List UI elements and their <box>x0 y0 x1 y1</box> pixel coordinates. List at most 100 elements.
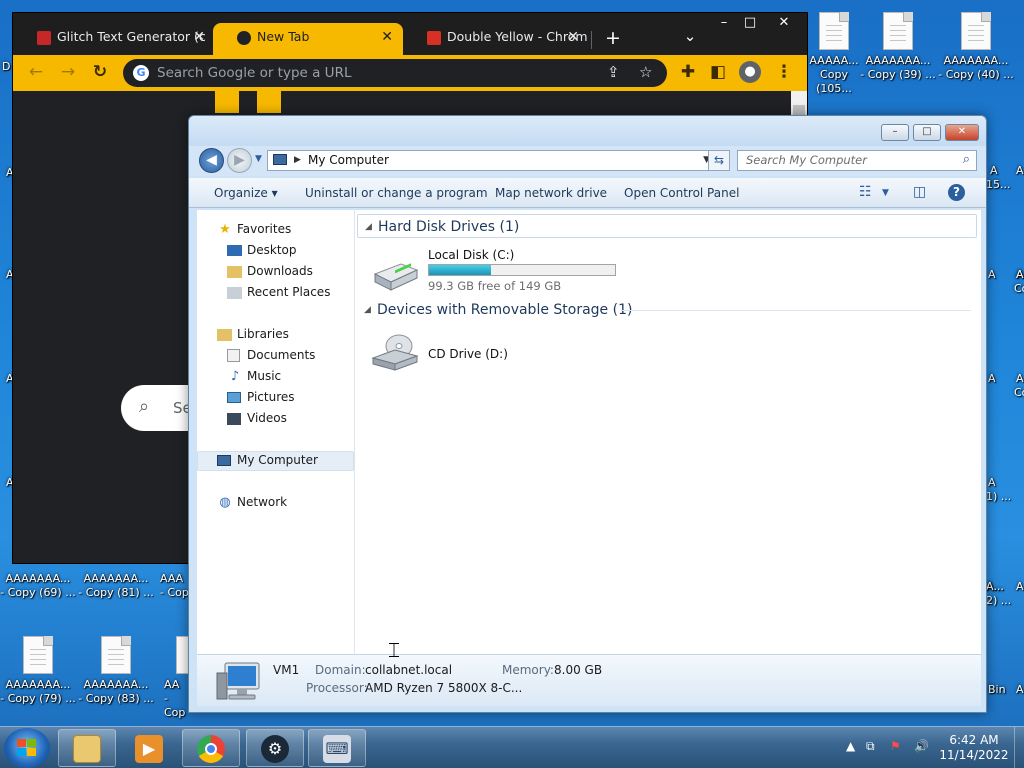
nav-recent-label: Recent Places <box>247 285 331 299</box>
taskbar-steam-button[interactable]: ⚙ <box>246 729 304 767</box>
start-button[interactable] <box>4 728 50 768</box>
organize-button[interactable]: Organize ▾ <box>214 186 278 200</box>
nav-libraries[interactable]: Libraries <box>217 327 289 341</box>
system-clock[interactable]: 6:42 AM 11/14/2022 <box>938 733 1010 763</box>
chrome-maximize-button[interactable]: □ <box>735 15 765 30</box>
google-g-icon: G <box>133 65 149 81</box>
desktop-file-icon[interactable]: AA - Cop <box>164 636 190 720</box>
tab-search-button[interactable]: ⌄ <box>675 27 705 45</box>
nav-downloads[interactable]: Downloads <box>227 264 313 278</box>
chrome-menu-icon[interactable]: ⋮ <box>773 61 795 83</box>
map-network-drive-button[interactable]: Map network drive <box>495 186 607 200</box>
nav-desktop[interactable]: Desktop <box>227 243 297 257</box>
navigation-pane: ★ Favorites Desktop Downloads Recent Pla… <box>197 210 355 654</box>
desktop-file-icon[interactable]: AAAAAAA... - Copy (40) ... <box>938 12 1014 82</box>
explorer-command-bar: Organize ▾ Uninstall or change a program… <box>189 178 986 208</box>
nav-documents[interactable]: Documents <box>227 348 315 362</box>
omnibox[interactable]: G Search Google or type a URL ⇪ ☆ <box>123 59 667 87</box>
chrome-tab-active[interactable]: New Tab ✕ <box>213 23 403 55</box>
network-tray-icon[interactable]: ⧉ <box>866 739 875 754</box>
group-hard-disk-drives[interactable]: ◢ Hard Disk Drives (1) <box>357 214 977 238</box>
new-tab-button[interactable]: + <box>598 27 628 49</box>
close-tab-icon[interactable]: ✕ <box>567 23 579 51</box>
open-control-panel-button[interactable]: Open Control Panel <box>624 186 739 200</box>
nav-network[interactable]: ◍ Network <box>219 495 287 510</box>
address-path[interactable]: My Computer <box>308 151 389 170</box>
search-box[interactable]: Search My Computer ⌕ <box>737 150 977 171</box>
nav-recent-places[interactable]: Recent Places <box>227 285 331 299</box>
profile-avatar-icon[interactable]: ● <box>739 61 761 83</box>
desktop-file-label: AAAAA... <box>809 54 859 67</box>
nav-music[interactable]: ♪ Music <box>231 369 281 384</box>
processor-value: AMD Ryzen 7 5800X 8-C... <box>365 681 523 695</box>
recent-pages-chevron-icon[interactable]: ▼ <box>255 154 262 164</box>
action-center-icon[interactable]: ⚑ <box>890 739 901 753</box>
collapse-triangle-icon[interactable]: ◢ <box>364 298 371 322</box>
desktop-file-icon[interactable]: AAAAAAA... - Copy (83) ... <box>78 636 154 706</box>
nav-downloads-label: Downloads <box>247 264 313 278</box>
desktop-edge-label: A... <box>986 580 1004 593</box>
explorer-maximize-button[interactable]: □ <box>913 124 941 141</box>
chrome-close-button[interactable]: ✕ <box>769 15 799 30</box>
drive-c-name: Local Disk (C:) <box>428 248 515 262</box>
folder-icon <box>73 735 101 763</box>
tab-divider <box>591 31 592 49</box>
search-placeholder: Search My Computer <box>746 153 867 167</box>
help-icon[interactable]: ? <box>948 184 965 201</box>
explorer-body: ★ Favorites Desktop Downloads Recent Pla… <box>197 210 981 654</box>
taskbar-media-player-button[interactable]: ▶ <box>120 729 178 767</box>
collapse-triangle-icon[interactable]: ◢ <box>365 215 372 239</box>
explorer-minimize-button[interactable]: – <box>881 124 909 141</box>
refresh-button[interactable]: ⇆ <box>708 150 730 171</box>
group-removable-storage[interactable]: ◢ Devices with Removable Storage (1) <box>357 298 977 322</box>
side-panel-icon[interactable]: ◧ <box>707 61 729 83</box>
bookmark-star-icon[interactable]: ☆ <box>639 63 652 81</box>
desktop-file-label: AAAAAAA... <box>865 54 931 67</box>
chrome-tab[interactable]: Glitch Text Generator (c ✕ <box>13 23 215 55</box>
reload-icon[interactable]: ↻ <box>89 61 111 83</box>
taskbar-explorer-button[interactable] <box>58 729 116 767</box>
music-note-icon: ♪ <box>230 369 240 384</box>
back-button[interactable]: ◀ <box>199 148 224 173</box>
address-bar[interactable]: ▶ My Computer ▼ <box>267 150 715 171</box>
text-cursor-icon: ⌶ <box>388 638 400 662</box>
desktop-edge-label: 2) ... <box>986 594 1012 607</box>
forward-arrow-icon[interactable]: → <box>57 61 79 83</box>
explorer-title-bar[interactable]: – □ ✕ <box>189 116 986 146</box>
desktop-edge-label: A <box>1016 268 1024 281</box>
desktop-file-icon[interactable]: AAAAAAA... - Copy (69) ... <box>0 572 76 600</box>
chrome-tab[interactable]: Double Yellow - Chrom ✕ <box>403 23 589 55</box>
back-arrow-icon[interactable]: ← <box>25 61 47 83</box>
explorer-window: – □ ✕ ◀ ▶ ▼ ▶ My Computer ▼ ⇆ Search My … <box>188 115 987 713</box>
show-desktop-button[interactable] <box>1014 727 1024 768</box>
nav-pictures[interactable]: Pictures <box>227 390 295 404</box>
taskbar-keyboard-button[interactable]: ⌨ <box>308 729 366 767</box>
change-view-icon[interactable]: ☷ <box>859 184 872 200</box>
show-hidden-icons-icon[interactable]: ▲ <box>846 739 855 753</box>
share-icon[interactable]: ⇪ <box>607 63 620 81</box>
breadcrumb-arrow-icon[interactable]: ▶ <box>294 151 301 170</box>
explorer-close-button[interactable]: ✕ <box>945 124 979 141</box>
preview-pane-icon[interactable]: ◫ <box>913 184 926 200</box>
extensions-puzzle-icon[interactable]: ✚ <box>677 61 699 83</box>
group-header-label: Hard Disk Drives (1) <box>378 219 520 235</box>
close-tab-icon[interactable]: ✕ <box>381 23 393 51</box>
taskbar-chrome-button[interactable] <box>182 729 240 767</box>
desktop-file-icon[interactable]: AAAAAAA... - Copy (39) ... <box>860 12 936 82</box>
desktop-edge-label: A <box>988 372 996 385</box>
omnibox-placeholder: Search Google or type a URL <box>157 65 352 81</box>
nav-videos[interactable]: Videos <box>227 411 287 425</box>
desktop-file-icon[interactable]: AAAAA... Copy (105... <box>806 12 862 96</box>
close-tab-icon[interactable]: ✕ <box>193 23 205 51</box>
uninstall-program-button[interactable]: Uninstall or change a program <box>305 186 488 200</box>
processor-label: Processor: <box>306 681 368 695</box>
desktop-file-icon[interactable]: AAA - Cop <box>160 572 190 600</box>
desktop-edge-label: 1) ... <box>986 490 1012 503</box>
desktop-file-icon[interactable]: AAAAAAA... - Copy (81) ... <box>78 572 154 600</box>
nav-favorites[interactable]: ★ Favorites <box>219 222 291 237</box>
forward-button[interactable]: ▶ <box>227 148 252 173</box>
view-options-chevron-icon[interactable]: ▼ <box>882 188 889 198</box>
nav-my-computer[interactable]: My Computer <box>217 453 318 467</box>
volume-icon[interactable]: 🔊 <box>914 739 929 753</box>
desktop-file-icon[interactable]: AAAAAAA... - Copy (79) ... <box>0 636 76 706</box>
